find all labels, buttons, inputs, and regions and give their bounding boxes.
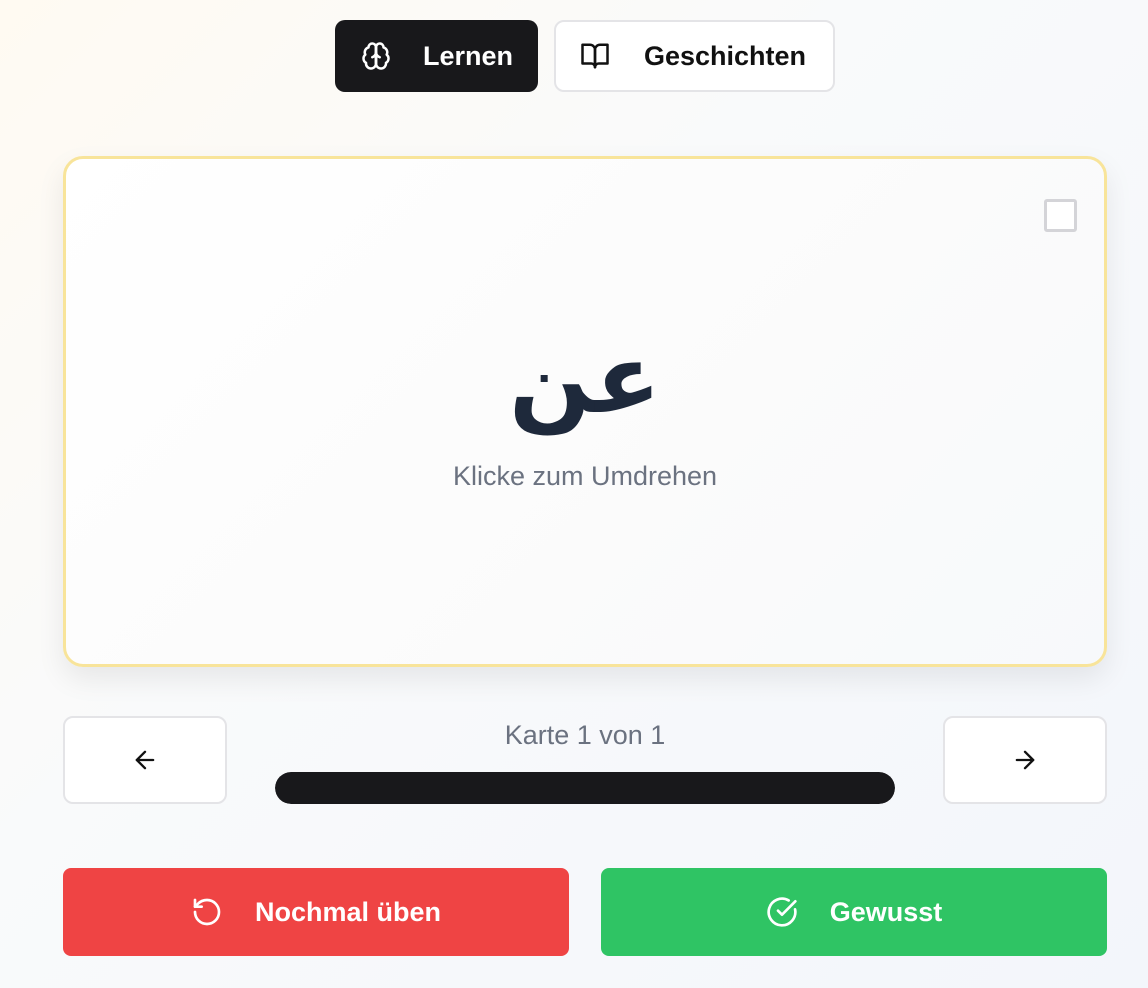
practice-again-button[interactable]: Nochmal üben: [63, 868, 569, 956]
card-counter: Karte 1 von 1: [504, 720, 666, 750]
card-checkbox[interactable]: [1044, 199, 1077, 232]
card-flip-hint: Klicke zum Umdrehen: [452, 461, 718, 491]
progress-fill: [275, 772, 895, 804]
rotate-ccw-icon: [191, 896, 223, 928]
tab-lernen[interactable]: Lernen: [335, 20, 538, 92]
tab-lernen-label: Lernen: [423, 40, 514, 71]
brain-icon: [361, 41, 391, 71]
card-word: عن: [509, 323, 661, 435]
progress-bar: [275, 772, 895, 804]
previous-card-button[interactable]: [63, 716, 227, 804]
arrow-left-icon: [131, 746, 159, 774]
book-open-icon: [580, 41, 610, 71]
tab-geschichten[interactable]: Geschichten: [554, 20, 835, 92]
mode-tabs: Lernen Geschichten: [335, 20, 835, 92]
known-button[interactable]: Gewusst: [601, 868, 1107, 956]
next-card-button[interactable]: [943, 716, 1107, 804]
tab-geschichten-label: Geschichten: [644, 40, 807, 71]
arrow-right-icon: [1011, 746, 1039, 774]
flashcard[interactable]: عن Klicke zum Umdrehen: [63, 156, 1107, 667]
known-label: Gewusst: [829, 896, 943, 927]
check-circle-icon: [766, 896, 798, 928]
practice-again-label: Nochmal üben: [254, 896, 442, 927]
